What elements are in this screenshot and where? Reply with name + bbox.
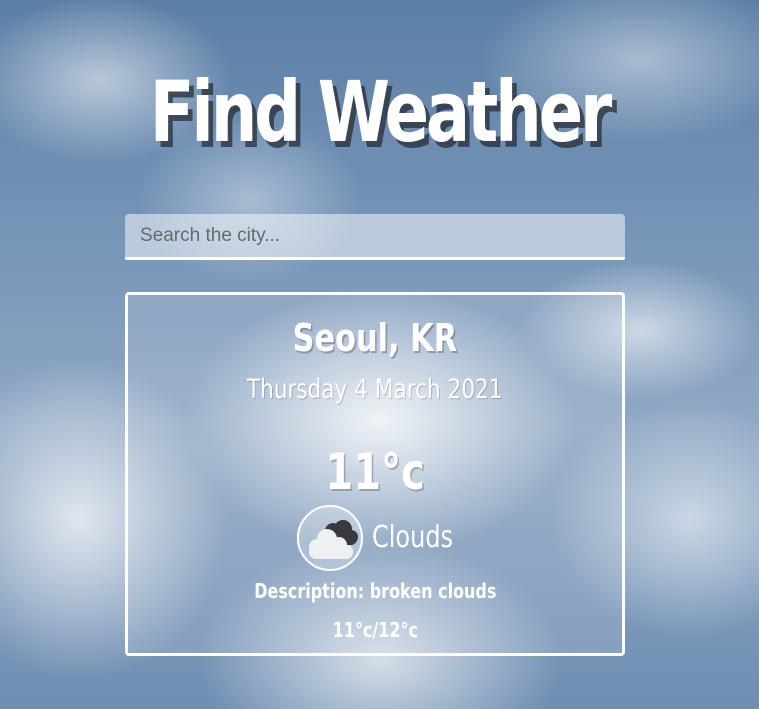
app-title: Find Weather <box>149 63 613 161</box>
broken-clouds-icon <box>297 505 363 571</box>
current-temperature: 11°c <box>325 443 425 501</box>
condition-row: Clouds <box>128 505 622 575</box>
weather-description: Description: broken clouds <box>253 579 497 603</box>
min-max-temperature: 11°c/12°c <box>332 618 418 642</box>
condition-label: Clouds <box>372 520 454 555</box>
location-label: Seoul, KR <box>292 316 458 360</box>
city-search-input[interactable] <box>125 214 625 260</box>
date-label: Thursday 4 March 2021 <box>247 374 503 405</box>
weather-card: Seoul, KR Thursday 4 March 2021 11°c Clo… <box>125 292 625 656</box>
weather-app: { "app": { "title": "Find Weather" }, "s… <box>0 0 759 709</box>
